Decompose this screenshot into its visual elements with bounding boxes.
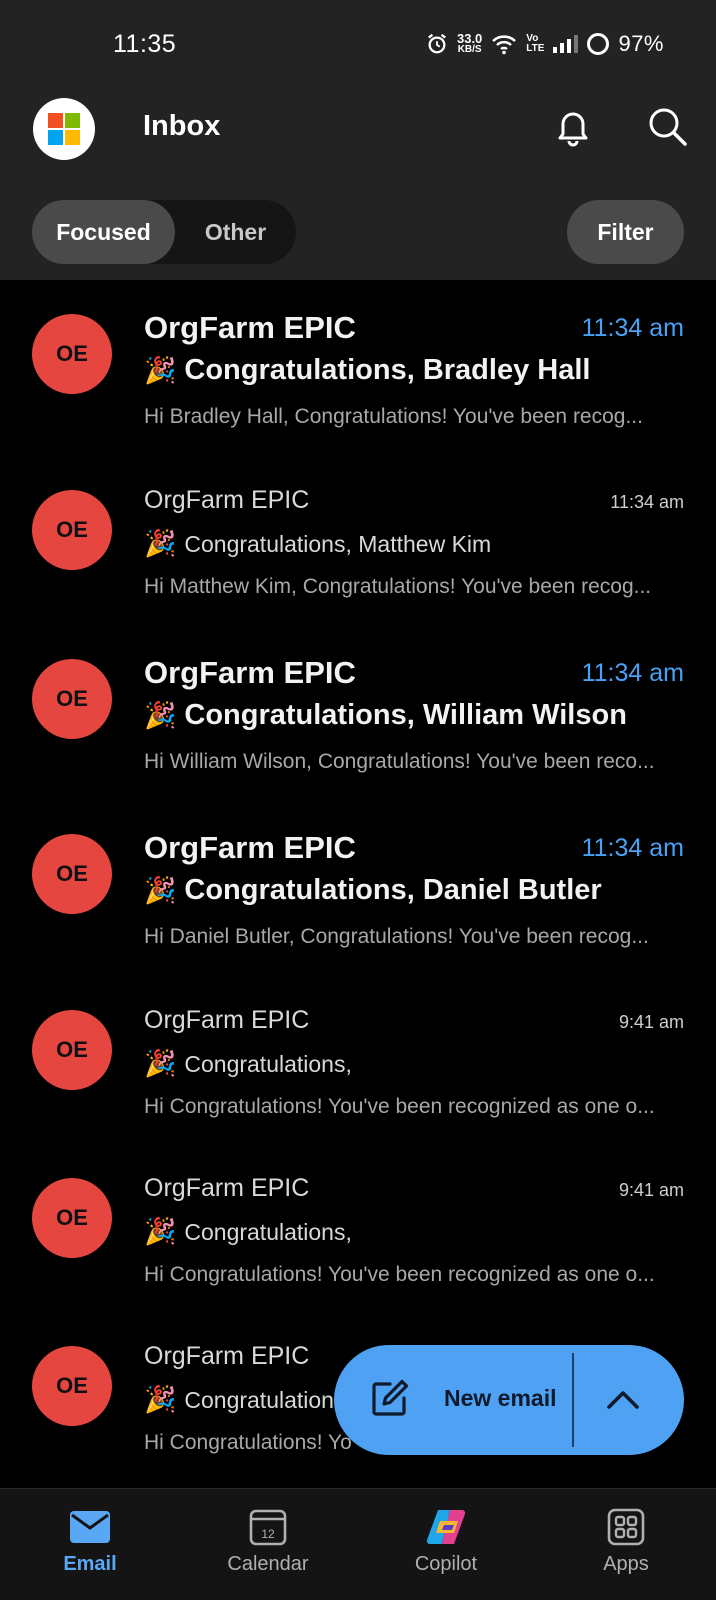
sender-avatar: OE [32,1346,112,1426]
email-preview: Hi William Wilson, Congratulations! You'… [144,750,655,773]
account-avatar[interactable] [33,98,95,160]
status-icons: 33.0 KB/S Vo LTE 97% [426,31,664,57]
wifi-icon [492,35,517,55]
email-sender: OrgFarm EPIC [144,1006,310,1034]
compose-icon [372,1379,409,1416]
nav-email[interactable]: Email [30,1505,150,1576]
email-preview: Hi Bradley Hall, Congratulations! You've… [144,405,643,428]
battery-level: 97% [618,31,664,56]
email-sender: OrgFarm EPIC [144,310,356,345]
nav-copilot[interactable]: Copilot [386,1505,506,1576]
page-title: Inbox [143,110,221,142]
party-popper-icon: 🎉 [144,1384,177,1414]
status-time: 11:35 [113,30,177,58]
new-email-label: New email [444,1385,557,1411]
signal-icon [553,35,579,53]
list-item[interactable]: OE OrgFarm EPIC 11:34 am 🎉 Congratulation… [0,800,716,968]
email-time: 11:34 am [581,314,684,342]
email-time: 11:34 am [610,492,684,512]
list-item[interactable]: OE OrgFarm EPIC 9:41 am 🎉 Congratulations… [0,976,716,1144]
email-preview: Hi Congratulations! You've been recogniz… [144,1095,655,1118]
sender-avatar: OE [32,834,112,914]
email-subject: 🎉 Congratulations, William Wilson [144,699,627,731]
email-time: 11:34 am [581,659,684,687]
battery-icon [587,33,610,55]
email-subject: 🎉 Congratulations, Bradley Hall [144,354,591,386]
alarm-icon [428,33,446,54]
list-item[interactable]: OE OrgFarm EPIC 11:34 am 🎉 Congratulation… [0,625,716,793]
party-popper-icon: 🎉 [144,355,177,385]
microsoft-logo [48,113,80,145]
bell-icon[interactable] [551,104,595,148]
email-sender: OrgFarm EPIC [144,830,356,865]
filter-button[interactable]: Filter [567,200,684,264]
email-time: 9:41 am [618,1180,684,1200]
inbox-tabs: Focused Other [32,200,296,264]
party-popper-icon: 🎉 [144,528,177,558]
party-popper-icon: 🎉 [144,700,177,730]
apps-grid-icon [607,1508,645,1546]
email-subject: 🎉 Congratulations, Matthew Kim [144,528,492,558]
email-sender: OrgFarm EPIC [144,1342,310,1370]
calendar-icon: 12 [249,1509,287,1546]
bottom-navigation: Email 12 Calendar Copilot Apps [0,1488,716,1600]
chevron-up-icon[interactable] [604,1381,642,1419]
list-item[interactable]: OE OrgFarm EPIC 9:41 am 🎉 Congratulations… [0,1144,716,1312]
search-icon[interactable] [645,104,689,148]
calendar-day: 12 [261,1527,275,1541]
email-preview: Hi Daniel Butler, Congratulations! You'v… [144,925,649,948]
app-header: 11:35 33.0 KB/S Vo LTE 97% Inbox Focused… [0,0,716,280]
email-subject: 🎉 Congratulations, [144,1048,352,1078]
new-email-fab[interactable]: New email [334,1345,684,1455]
fab-divider [572,1353,574,1447]
sender-avatar: OE [32,659,112,739]
tab-focused[interactable]: Focused [32,200,175,264]
sender-avatar: OE [32,490,112,570]
party-popper-icon: 🎉 [144,875,177,905]
volte-indicator: Vo LTE [526,33,545,54]
list-item[interactable]: OE OrgFarm EPIC 11:34 am 🎉 Congratulation… [0,456,716,624]
email-sender: OrgFarm EPIC [144,655,356,690]
email-time: 11:34 am [581,834,684,862]
status-bar: 11:35 33.0 KB/S Vo LTE 97% [0,0,716,92]
sender-avatar: OE [32,1010,112,1090]
tab-other[interactable]: Other [175,200,296,264]
email-sender: OrgFarm EPIC [144,1174,310,1202]
email-preview: Hi Congratulations! You've been recogniz… [144,1263,655,1286]
network-speed: 33.0 KB/S [456,31,483,55]
nav-calendar[interactable]: 12 Calendar [208,1505,328,1576]
nav-apps[interactable]: Apps [566,1505,686,1576]
party-popper-icon: 🎉 [144,1048,177,1078]
email-subject: 🎉 Congratulations, Daniel Butler [144,874,602,906]
sender-avatar: OE [32,314,112,394]
email-sender: OrgFarm EPIC [144,486,310,514]
email-preview: Hi Matthew Kim, Congratulations! You've … [144,575,652,598]
list-item[interactable]: OE OrgFarm EPIC 11:34 am 🎉 Congratulation… [0,280,716,448]
party-popper-icon: 🎉 [144,1216,177,1246]
mail-icon [70,1511,110,1543]
email-subject: 🎉 Congratulations, [144,1216,352,1246]
email-time: 9:41 am [618,1012,684,1032]
copilot-icon [426,1509,466,1545]
sender-avatar: OE [32,1178,112,1258]
